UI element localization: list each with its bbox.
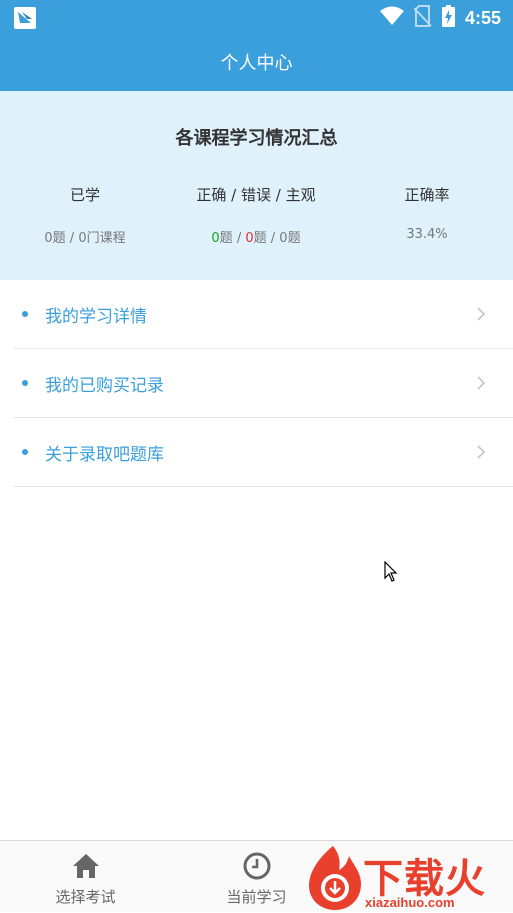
answers-head: 正确 / 错误 / 主观: [196, 186, 316, 204]
accuracy-value: 33.4%: [406, 227, 448, 242]
app-logo-icon: [14, 7, 36, 29]
bullet-dot: [22, 311, 28, 317]
accuracy-column: 正确率 33.4%: [342, 184, 512, 242]
chevron-right-icon: [477, 306, 486, 325]
chevron-right-icon: [477, 444, 486, 463]
answers-column: 正确 / 错误 / 主观 0题 / 0题 / 0题: [171, 184, 341, 246]
wrong-count: 0: [245, 231, 254, 246]
status-bar: 4:55: [0, 0, 513, 36]
watermark-logo: 下载火 xiazaihuo.com: [303, 842, 513, 912]
bullet-dot: [22, 380, 28, 386]
answers-value: 0题 / 0题 / 0题: [211, 231, 301, 246]
menu-item-study-details[interactable]: 我的学习详情: [13, 280, 513, 349]
mouse-cursor-icon: [384, 560, 398, 587]
flame-logo-icon: [309, 846, 361, 910]
bullet-dot: [22, 449, 28, 455]
summary-panel: 各课程学习情况汇总 已学 0题 / 0门课程 正确 / 错误 / 主观 0题 /…: [0, 91, 513, 280]
no-sim-icon: [413, 5, 432, 31]
subjective-count: 0: [279, 231, 288, 246]
accuracy-head: 正确率: [404, 186, 450, 204]
menu-item-label: 我的已购买记录: [45, 376, 164, 396]
learned-column: 已学 0题 / 0门课程: [0, 184, 170, 246]
tab-label: 选择考试: [55, 888, 116, 906]
status-time: 4:55: [464, 7, 501, 28]
correct-count: 0: [211, 231, 220, 246]
battery-charging-icon: [441, 5, 455, 31]
menu-item-purchase-records[interactable]: 我的已购买记录: [13, 349, 513, 418]
menu-item-about[interactable]: 关于录取吧题库: [13, 418, 513, 487]
tab-select-exam[interactable]: 选择考试: [0, 841, 171, 913]
page-title: 个人中心: [0, 36, 513, 91]
menu-list: 我的学习详情 我的已购买记录 关于录取吧题库: [0, 280, 513, 487]
learned-value: 0题 / 0门课程: [44, 231, 126, 246]
summary-title: 各课程学习情况汇总: [175, 128, 338, 149]
chevron-right-icon: [477, 375, 486, 394]
clock-icon: [242, 851, 272, 881]
learned-head: 已学: [69, 186, 100, 204]
home-icon: [71, 851, 101, 881]
menu-item-label: 我的学习详情: [45, 307, 147, 327]
watermark-url: xiazaihuo.com: [365, 895, 455, 910]
wifi-icon: [379, 6, 404, 30]
menu-item-label: 关于录取吧题库: [45, 445, 164, 465]
